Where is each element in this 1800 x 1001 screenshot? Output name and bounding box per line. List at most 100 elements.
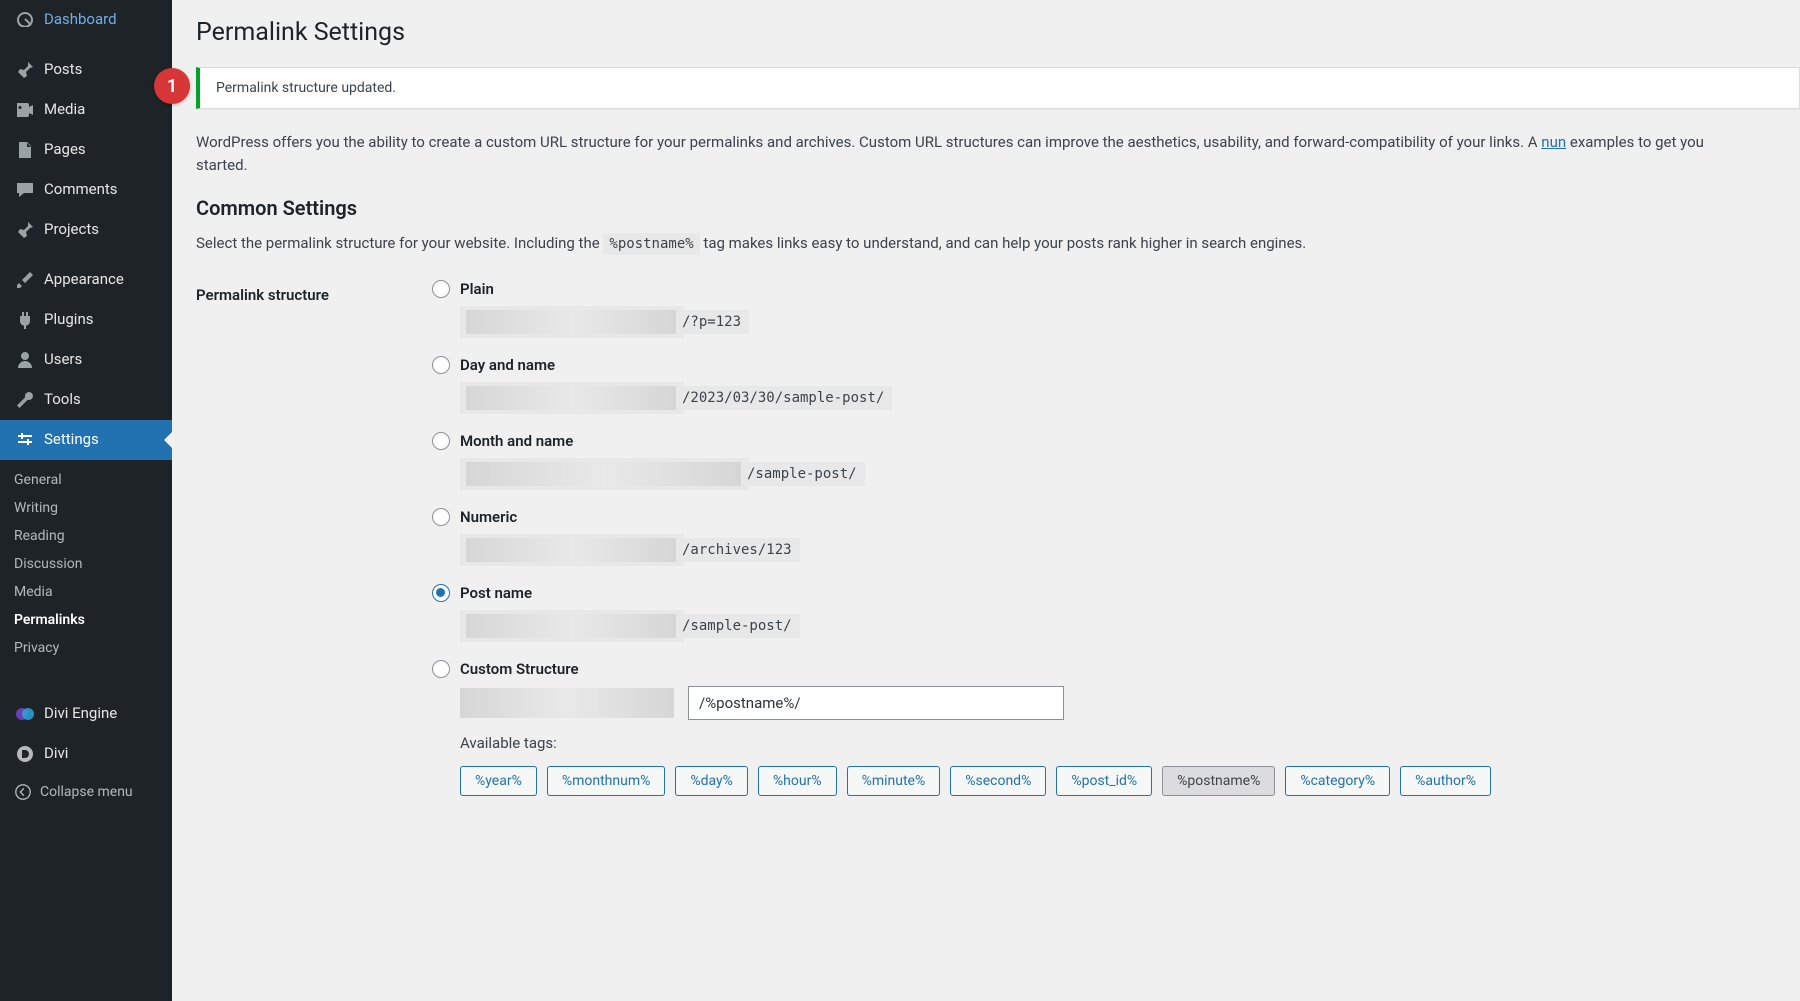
- collapse-label: Collapse menu: [40, 784, 133, 800]
- radio-custom[interactable]: [432, 660, 450, 678]
- sidebar-item-dashboard[interactable]: Dashboard: [0, 0, 172, 40]
- available-tags-list: %year% %monthnum% %day% %hour% %minute% …: [460, 766, 1800, 796]
- option-post-name-label[interactable]: Post name: [432, 584, 1800, 602]
- settings-sub-permalinks[interactable]: Permalinks: [0, 606, 172, 634]
- option-label-text: Day and name: [460, 356, 555, 374]
- radio-numeric[interactable]: [432, 508, 450, 526]
- permalink-structure-label: Permalink structure: [196, 280, 432, 304]
- postname-tag-code: %postname%: [603, 233, 699, 255]
- settings-sub-writing[interactable]: Writing: [0, 494, 172, 522]
- common-settings-help: Select the permalink structure for your …: [196, 234, 1800, 252]
- option-custom: Custom Structure Available tags: %year% …: [432, 660, 1800, 796]
- option-label-text: Plain: [460, 280, 494, 298]
- comment-icon: [14, 179, 36, 201]
- tag-day[interactable]: %day%: [675, 766, 748, 796]
- option-plain-label[interactable]: Plain: [432, 280, 1800, 298]
- option-plain: Plain /?p=123: [432, 280, 1800, 338]
- option-label-text: Numeric: [460, 508, 517, 526]
- sidebar-item-label: Tools: [44, 390, 81, 410]
- example-text: /?p=123: [682, 310, 749, 334]
- settings-sub-media[interactable]: Media: [0, 578, 172, 606]
- collapse-menu-button[interactable]: Collapse menu: [0, 773, 172, 811]
- tag-postname[interactable]: %postname%: [1162, 766, 1275, 796]
- permalink-structure-row: Permalink structure Plain /?p=123 Day an…: [196, 280, 1800, 814]
- radio-month-name[interactable]: [432, 432, 450, 450]
- tag-year[interactable]: %year%: [460, 766, 537, 796]
- permalink-options: Plain /?p=123 Day and name /2023/03/30/s…: [432, 280, 1800, 814]
- success-notice: Permalink structure updated.: [196, 67, 1800, 109]
- settings-sub-privacy[interactable]: Privacy: [0, 634, 172, 662]
- example-text: /sample-post/: [682, 614, 800, 638]
- sidebar-item-divi-engine[interactable]: Divi Engine: [0, 694, 172, 734]
- sidebar-item-label: Media: [44, 100, 85, 120]
- sidebar-item-label: Appearance: [44, 270, 124, 290]
- option-day-name: Day and name /2023/03/30/sample-post/: [432, 356, 1800, 414]
- option-numeric-example: /archives/123: [460, 534, 1800, 566]
- sidebar-item-settings[interactable]: Settings: [0, 420, 172, 460]
- intro-paragraph: WordPress offers you the ability to crea…: [196, 131, 1756, 178]
- option-month-name-example: /sample-post/: [460, 458, 1800, 490]
- sidebar-item-projects[interactable]: Projects: [0, 210, 172, 250]
- radio-plain[interactable]: [432, 280, 450, 298]
- intro-link[interactable]: nun: [1541, 133, 1566, 151]
- sidebar-item-label: Comments: [44, 180, 118, 200]
- collapse-icon: [14, 783, 32, 801]
- brush-icon: [14, 269, 36, 291]
- option-plain-example: /?p=123: [460, 306, 1800, 338]
- common-settings-heading: Common Settings: [196, 196, 1800, 220]
- radio-post-name[interactable]: [432, 584, 450, 602]
- divi-icon: [14, 743, 36, 765]
- sidebar-item-label: Divi Engine: [44, 704, 117, 724]
- tag-author[interactable]: %author%: [1400, 766, 1491, 796]
- notice-text: Permalink structure updated.: [216, 80, 396, 96]
- option-month-name-label[interactable]: Month and name: [432, 432, 1800, 450]
- page-icon: [14, 139, 36, 161]
- settings-sub-general[interactable]: General: [0, 466, 172, 494]
- sidebar-item-divi[interactable]: Divi: [0, 734, 172, 774]
- sidebar-item-tools[interactable]: Tools: [0, 380, 172, 420]
- sidebar-item-users[interactable]: Users: [0, 340, 172, 380]
- help-prefix: Select the permalink structure for your …: [196, 234, 603, 252]
- option-custom-label[interactable]: Custom Structure: [432, 660, 1800, 678]
- sidebar-item-pages[interactable]: Pages: [0, 130, 172, 170]
- custom-structure-row: [460, 686, 1800, 720]
- option-post-name-example: /sample-post/: [460, 610, 1800, 642]
- intro-text: WordPress offers you the ability to crea…: [196, 133, 1541, 151]
- admin-menu: Dashboard Posts Media Pages Commen: [0, 0, 172, 774]
- option-day-name-example: /2023/03/30/sample-post/: [460, 382, 1800, 414]
- option-numeric: Numeric /archives/123: [432, 508, 1800, 566]
- sidebar-item-label: Dashboard: [44, 10, 117, 30]
- settings-sub-reading[interactable]: Reading: [0, 522, 172, 550]
- tag-minute[interactable]: %minute%: [847, 766, 941, 796]
- sidebar-item-label: Settings: [44, 430, 99, 450]
- settings-content: Permalink Settings Permalink structure u…: [172, 0, 1800, 1001]
- sidebar-item-plugins[interactable]: Plugins: [0, 300, 172, 340]
- sidebar-item-media[interactable]: Media: [0, 90, 172, 130]
- tag-second[interactable]: %second%: [950, 766, 1046, 796]
- page-title: Permalink Settings: [196, 0, 1800, 61]
- option-month-name: Month and name /sample-post/: [432, 432, 1800, 490]
- tag-category[interactable]: %category%: [1285, 766, 1390, 796]
- option-label-text: Post name: [460, 584, 532, 602]
- tag-monthnum[interactable]: %monthnum%: [547, 766, 666, 796]
- tag-hour[interactable]: %hour%: [758, 766, 837, 796]
- example-text: /sample-post/: [747, 462, 865, 486]
- divi-engine-icon: [14, 703, 36, 725]
- option-numeric-label[interactable]: Numeric: [432, 508, 1800, 526]
- sliders-icon: [14, 429, 36, 451]
- available-tags-label: Available tags:: [460, 734, 1800, 752]
- pin-icon: [14, 219, 36, 241]
- option-day-name-label[interactable]: Day and name: [432, 356, 1800, 374]
- sidebar-item-posts[interactable]: Posts: [0, 50, 172, 90]
- custom-structure-input[interactable]: [688, 686, 1064, 720]
- sidebar-item-appearance[interactable]: Appearance: [0, 260, 172, 300]
- media-icon: [14, 99, 36, 121]
- radio-day-name[interactable]: [432, 356, 450, 374]
- sidebar-item-label: Divi: [44, 744, 68, 764]
- sidebar-item-comments[interactable]: Comments: [0, 170, 172, 210]
- tag-post-id[interactable]: %post_id%: [1056, 766, 1152, 796]
- settings-sub-discussion[interactable]: Discussion: [0, 550, 172, 578]
- sidebar-item-label: Projects: [44, 220, 99, 240]
- sidebar-item-label: Posts: [44, 60, 82, 80]
- help-suffix: tag makes links easy to understand, and …: [703, 234, 1306, 252]
